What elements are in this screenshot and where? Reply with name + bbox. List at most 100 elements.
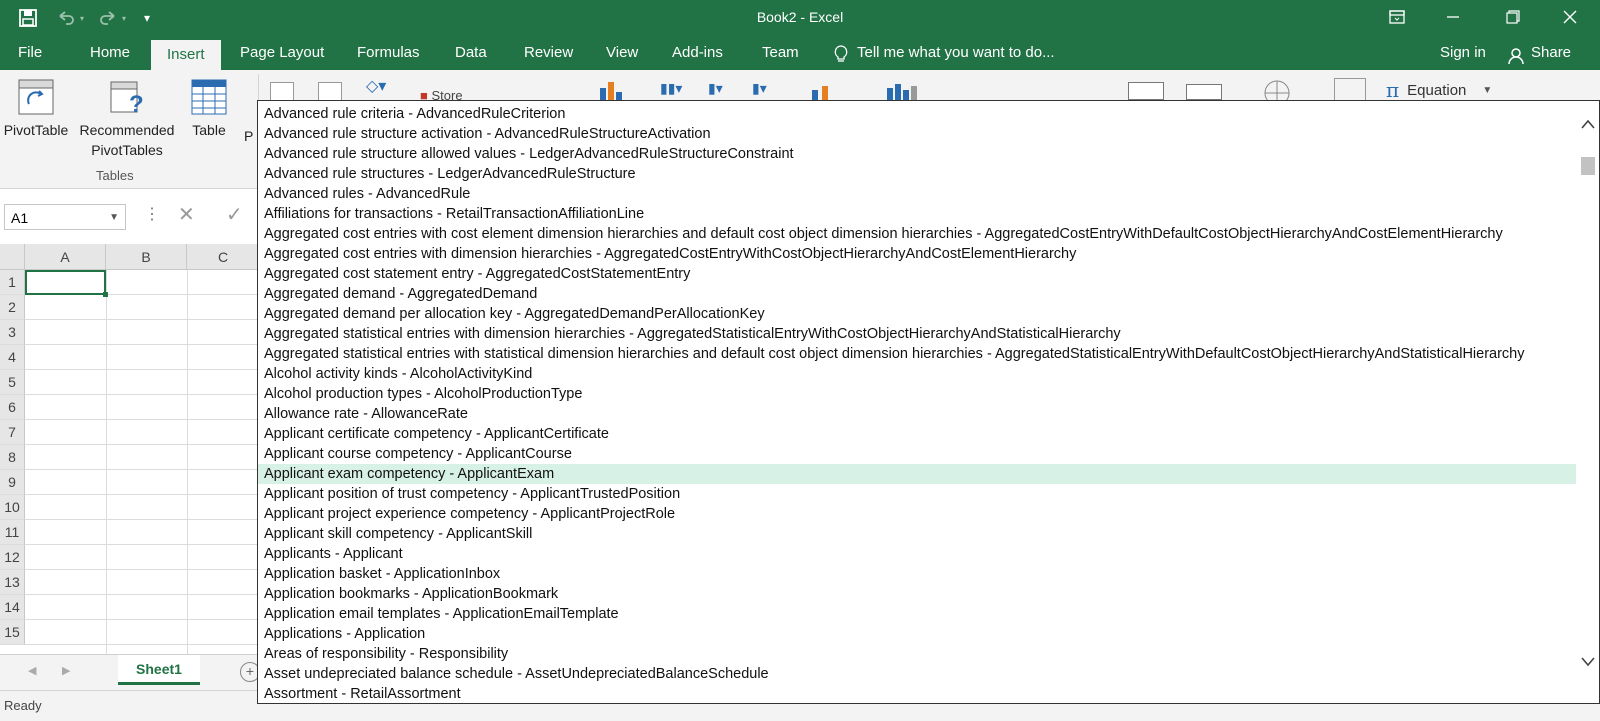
fill-handle[interactable] [103, 292, 108, 297]
row-header[interactable]: 4 [0, 345, 25, 370]
row-header[interactable]: 5 [0, 370, 25, 395]
pivotchart-icon[interactable] [885, 82, 925, 100]
row-header[interactable]: 15 [0, 620, 25, 645]
list-item[interactable]: Aggregated demand - AggregatedDemand [264, 284, 537, 304]
scroll-left-icon[interactable]: ◀ [28, 664, 36, 677]
row-header[interactable]: 12 [0, 545, 25, 570]
list-item-highlighted[interactable]: Applicant exam competency - ApplicantExa… [258, 464, 1576, 484]
column-header-c[interactable]: C [187, 244, 260, 270]
sparkline-winloss-icon[interactable] [1062, 84, 1102, 101]
tab-home[interactable]: Home [74, 36, 146, 70]
close-icon[interactable] [1547, 0, 1593, 34]
hierarchy-chart-icon[interactable]: ▮▾ [708, 80, 723, 97]
sign-in-link[interactable]: Sign in [1440, 36, 1486, 70]
list-item[interactable]: Aggregated statistical entries with dime… [264, 324, 1121, 344]
list-item[interactable]: Aggregated cost entries with cost elemen… [264, 224, 1503, 244]
list-item[interactable]: Advanced rule structures - LedgerAdvance… [264, 164, 636, 184]
row-header[interactable]: 1 [0, 270, 25, 295]
restore-icon[interactable] [1490, 0, 1536, 34]
pivottable-button[interactable]: PivotTable [0, 78, 72, 138]
name-box[interactable]: A1 ▼ [4, 204, 126, 230]
list-item[interactable]: Assortment - RetailAssortment [264, 684, 461, 703]
list-item[interactable]: Allowance rate - AllowanceRate [264, 404, 468, 424]
row-header[interactable]: 10 [0, 495, 25, 520]
column-header-a[interactable]: A [25, 244, 106, 270]
list-item[interactable]: Applicant position of trust competency -… [264, 484, 680, 504]
combo-chart-icon[interactable] [810, 82, 832, 100]
list-item[interactable]: Advanced rule criteria - AdvancedRuleCri… [264, 104, 565, 124]
row-header[interactable]: 7 [0, 420, 25, 445]
scroll-down-icon[interactable] [1580, 655, 1596, 673]
table-button[interactable]: Table [184, 78, 234, 138]
row-header[interactable]: 13 [0, 570, 25, 595]
timeline-icon[interactable] [1186, 84, 1222, 100]
list-item[interactable]: Applicant course competency - ApplicantC… [264, 444, 572, 464]
tab-review[interactable]: Review [508, 36, 589, 70]
ribbon-display-options-icon[interactable] [1374, 0, 1420, 34]
list-item[interactable]: Aggregated demand per allocation key - A… [264, 304, 765, 324]
tab-insert[interactable]: Insert [151, 40, 221, 70]
scrollbar-thumb[interactable] [1581, 157, 1595, 175]
list-item[interactable]: Advanced rule structure activation - Adv… [264, 124, 711, 144]
list-item[interactable]: Application email templates - Applicatio… [264, 604, 619, 624]
list-item[interactable]: Applicant project experience competency … [264, 504, 675, 524]
list-item[interactable]: Asset undepreciated balance schedule - A… [264, 664, 769, 684]
row-header[interactable]: 2 [0, 295, 25, 320]
name-box-dropdown-icon[interactable]: ▼ [109, 205, 119, 231]
formula-options-icon[interactable]: ⋮ [144, 204, 160, 224]
scroll-right-icon[interactable]: ▶ [62, 664, 70, 677]
hyperlink-icon[interactable] [1262, 78, 1292, 106]
list-item[interactable]: Alcohol production types - AlcoholProduc… [264, 384, 582, 404]
list-item[interactable]: Applications - Application [264, 624, 425, 644]
row-header[interactable]: 11 [0, 520, 25, 545]
pictures-icon[interactable] [270, 82, 294, 102]
recommended-pivottables-button[interactable]: ? Recommended PivotTables [76, 78, 178, 158]
column-chart-icon[interactable]: ▮▮▾ [660, 80, 682, 97]
list-item[interactable]: Applicant skill competency - ApplicantSk… [264, 524, 532, 544]
column-header-b[interactable]: B [106, 244, 187, 270]
statistic-chart-icon[interactable]: ▮▾ [752, 80, 767, 97]
online-pictures-icon[interactable] [318, 82, 342, 102]
list-item[interactable]: Affiliations for transactions - RetailTr… [264, 204, 644, 224]
row-header[interactable]: 6 [0, 395, 25, 420]
list-item[interactable]: Aggregated statistical entries with stat… [264, 344, 1524, 364]
slicer-icon[interactable] [1128, 82, 1164, 100]
sheet-tab-sheet1[interactable]: Sheet1 [118, 655, 200, 685]
list-item[interactable]: Areas of responsibility - Responsibility [264, 644, 508, 664]
list-item[interactable]: Advanced rule structure allowed values -… [264, 144, 794, 164]
dropdown-scrollbar[interactable] [1577, 101, 1599, 703]
equation-button[interactable]: π Equation ▼ [1386, 78, 1492, 102]
select-all-corner[interactable] [0, 244, 25, 270]
list-item[interactable]: Applicants - Applicant [264, 544, 403, 564]
active-cell-a1[interactable] [25, 270, 106, 295]
list-item[interactable]: Application bookmarks - ApplicationBookm… [264, 584, 558, 604]
share-button[interactable]: Share [1508, 36, 1571, 70]
list-item[interactable]: Application basket - ApplicationInbox [264, 564, 500, 584]
tab-view[interactable]: View [590, 36, 654, 70]
sparkline-line-icon[interactable] [950, 84, 990, 101]
tab-team[interactable]: Team [746, 36, 815, 70]
tab-data[interactable]: Data [439, 36, 503, 70]
list-item[interactable]: Alcohol activity kinds - AlcoholActivity… [264, 364, 532, 384]
row-header[interactable]: 3 [0, 320, 25, 345]
list-item[interactable]: Aggregated cost statement entry - Aggreg… [264, 264, 690, 284]
list-item[interactable]: Aggregated cost entries with dimension h… [264, 244, 1076, 264]
recommended-charts-icon[interactable] [596, 80, 626, 102]
row-header[interactable]: 9 [0, 470, 25, 495]
list-item[interactable]: Advanced rules - AdvancedRule [264, 184, 470, 204]
tab-file[interactable]: File [2, 36, 58, 70]
scroll-up-icon[interactable] [1580, 117, 1596, 135]
tab-page-layout[interactable]: Page Layout [224, 36, 340, 70]
row-header[interactable]: 14 [0, 595, 25, 620]
sparkline-column-icon[interactable] [1005, 84, 1045, 101]
cancel-entry-icon[interactable]: ✕ [178, 202, 195, 227]
shapes-icon[interactable]: ◇▾ [366, 76, 386, 96]
list-item[interactable]: Applicant certificate competency - Appli… [264, 424, 609, 444]
tab-formulas[interactable]: Formulas [341, 36, 436, 70]
minimize-icon[interactable] [1430, 0, 1476, 34]
tab-add-ins[interactable]: Add-ins [656, 36, 739, 70]
tell-me-box[interactable]: Tell me what you want to do... [833, 36, 1055, 70]
row-header[interactable]: 8 [0, 445, 25, 470]
enter-entry-icon[interactable]: ✓ [226, 202, 243, 227]
text-icon[interactable] [1334, 78, 1366, 102]
